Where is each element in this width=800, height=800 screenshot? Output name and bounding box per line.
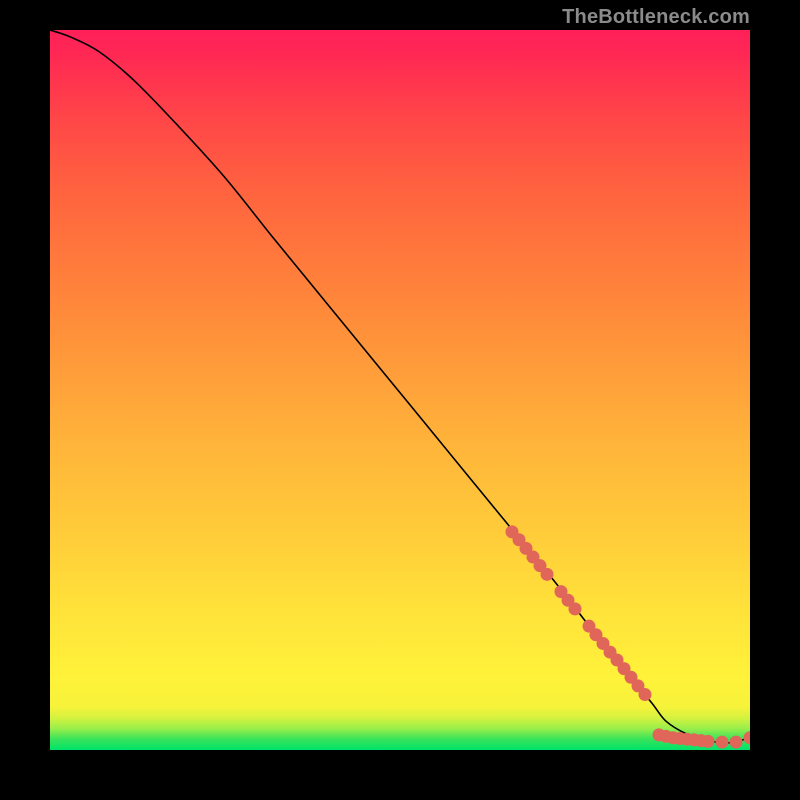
data-marker — [702, 735, 715, 748]
data-markers — [506, 525, 751, 748]
chart-svg — [50, 30, 750, 750]
data-marker — [730, 736, 743, 749]
plot-area — [50, 30, 750, 750]
watermark-text: TheBottleneck.com — [562, 6, 750, 29]
data-marker — [569, 602, 582, 615]
chart-container: TheBottleneck.com — [0, 0, 800, 800]
data-marker — [639, 688, 652, 701]
bottleneck-curve — [50, 30, 750, 743]
data-marker — [744, 731, 751, 744]
data-marker — [716, 736, 729, 749]
data-marker — [541, 568, 554, 581]
